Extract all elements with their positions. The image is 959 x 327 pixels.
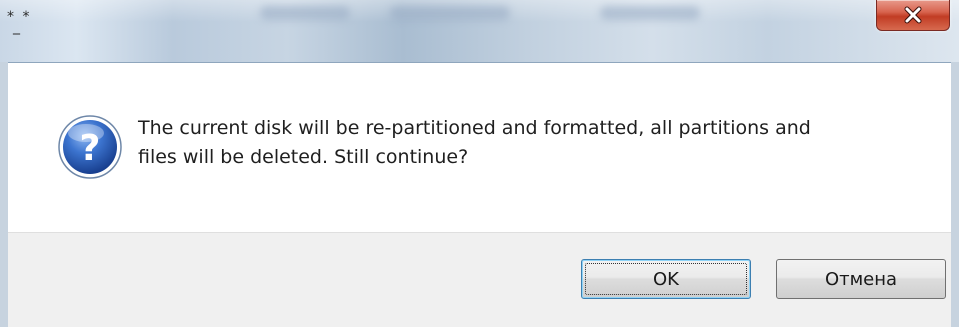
blurred-background bbox=[600, 6, 700, 20]
close-button[interactable] bbox=[876, 0, 950, 31]
title-bar[interactable]: * * _ bbox=[0, 0, 959, 62]
message-line: files will be deleted. Still continue? bbox=[138, 146, 469, 168]
cancel-button[interactable]: Отмена bbox=[776, 259, 946, 299]
svg-text:?: ? bbox=[80, 128, 101, 169]
message-dialog: * * _ ? The current disk will be re-part… bbox=[0, 0, 959, 327]
ok-button[interactable]: OK bbox=[581, 259, 751, 299]
message-line: The current disk will be re-partitioned … bbox=[138, 117, 811, 139]
focus-ring bbox=[585, 263, 747, 295]
dialog-message: The current disk will be re-partitioned … bbox=[138, 114, 928, 172]
close-icon bbox=[904, 6, 922, 24]
blurred-background bbox=[260, 6, 350, 20]
blurred-background bbox=[390, 6, 510, 20]
window-title: * * _ bbox=[7, 10, 31, 34]
cancel-button-label: Отмена bbox=[824, 268, 898, 290]
question-icon: ? bbox=[58, 115, 122, 179]
